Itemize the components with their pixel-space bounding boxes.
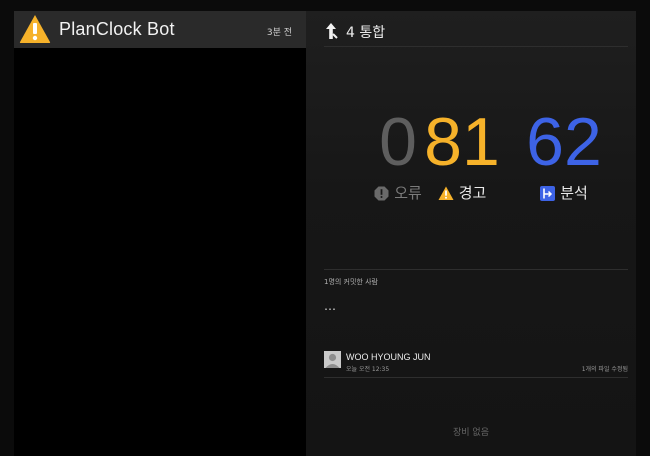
bot-list-panel <box>14 11 306 456</box>
devices-empty-text: 장비 없음 <box>453 428 489 438</box>
committers-heading: 1명의 커밋한 사람 <box>324 278 378 286</box>
errors-label: 오류 <box>394 184 422 202</box>
integration-detail-panel: 4 통합 0 오류 81 경고 62 분석 1명의 커밋한 사람 … WOO H… <box>306 11 636 456</box>
divider <box>324 269 628 270</box>
commit-author: WOO HYOUNG JUN <box>346 352 431 362</box>
bot-name: PlanClock Bot <box>59 19 175 39</box>
error-icon <box>374 186 389 201</box>
commit-row[interactable]: WOO HYOUNG JUN 오늘 오전 12:35 1개의 파일 수정됨 <box>324 351 628 375</box>
commit-time: 오늘 오전 12:35 <box>346 366 390 373</box>
analysis-count: 62 <box>526 104 602 180</box>
avatar <box>324 351 341 368</box>
warning-icon <box>438 186 454 200</box>
analysis-stat[interactable]: 62 분석 <box>522 104 606 203</box>
commit-files: 1개의 파일 수정됨 <box>581 366 628 373</box>
warnings-label: 경고 <box>458 184 487 202</box>
warning-icon <box>19 15 51 43</box>
divider <box>324 46 628 47</box>
analysis-label: 분석 <box>560 184 588 202</box>
analysis-icon <box>540 186 556 201</box>
warnings-count: 81 <box>424 104 500 180</box>
bot-list-item[interactable]: PlanClock Bot 3분 전 <box>14 11 306 48</box>
bot-time-ago: 3분 전 <box>266 28 292 38</box>
integration-label: 4 통합 <box>346 25 386 41</box>
stats-summary: 0 오류 81 경고 62 분석 <box>306 104 636 214</box>
divider <box>324 377 628 378</box>
integration-icon <box>326 23 338 39</box>
committers-more[interactable]: … <box>324 299 336 313</box>
warnings-stat[interactable]: 81 경고 <box>424 104 500 203</box>
